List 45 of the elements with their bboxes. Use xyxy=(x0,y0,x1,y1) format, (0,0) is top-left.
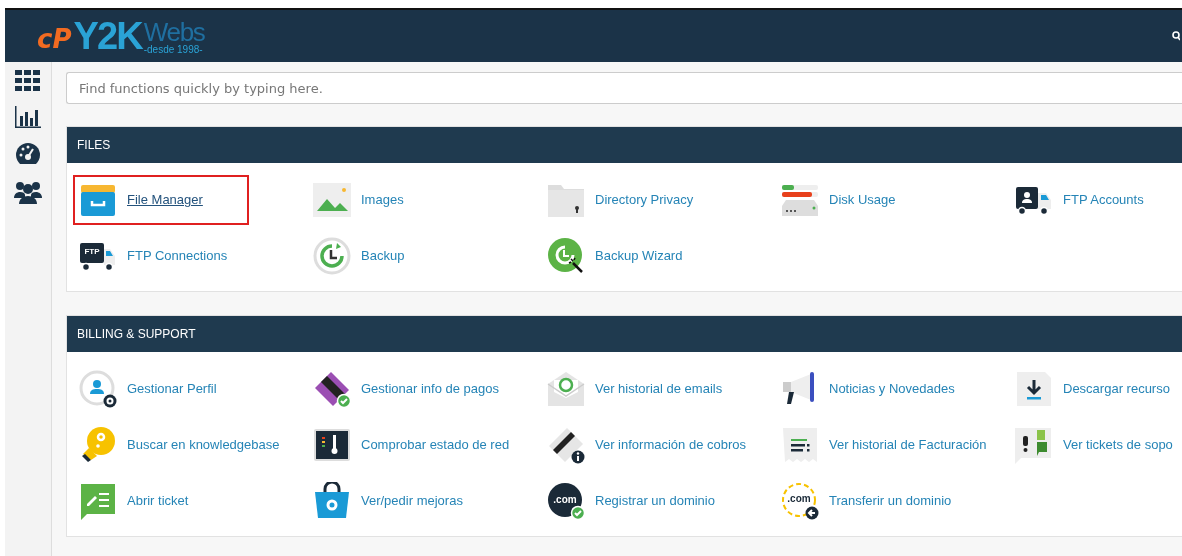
feature-link[interactable]: Images xyxy=(313,181,547,219)
clock-circle-icon xyxy=(313,237,351,275)
feature-link[interactable]: Gestionar Perfil xyxy=(79,370,313,408)
profile-gear-icon xyxy=(79,370,117,408)
ticket-note-icon xyxy=(79,482,117,520)
users-icon[interactable] xyxy=(14,180,42,204)
feature-link[interactable]: Descargar recurso xyxy=(1015,370,1177,408)
feature-link[interactable]: .com Registrar un dominio xyxy=(547,482,781,520)
feature-link[interactable]: .com Transferir un dominio xyxy=(781,482,1015,520)
domain-transfer-icon: .com xyxy=(781,482,819,520)
grid-icon[interactable] xyxy=(15,70,41,92)
feature-link[interactable]: Comprobar estado de red xyxy=(313,426,547,464)
domain-check-icon: .com xyxy=(547,482,585,520)
receipt-icon xyxy=(781,426,819,464)
shopping-bag-icon xyxy=(313,482,351,520)
card-info-icon xyxy=(547,426,585,464)
feature-link[interactable]: Abrir ticket xyxy=(79,482,313,520)
feature-link[interactable]: Disk Usage xyxy=(781,181,1015,219)
feature-link[interactable]: Gestionar info de pagos xyxy=(313,370,547,408)
search-field[interactable]: Find functions quickly by typing here. xyxy=(66,72,1182,104)
envelope-clock-icon xyxy=(547,370,585,408)
feature-link[interactable]: FTP FTP Connections xyxy=(79,237,313,275)
search-icon[interactable] xyxy=(1172,31,1180,41)
thermometer-screen-icon xyxy=(313,426,351,464)
section-header: FILES xyxy=(67,127,1182,163)
help-flags-icon xyxy=(1015,426,1053,464)
feature-link[interactable]: FTP Accounts xyxy=(1015,181,1177,219)
section-header: BILLING & SUPPORT xyxy=(67,316,1182,352)
feature-link[interactable]: Ver/pedir mejoras xyxy=(313,482,547,520)
feature-link[interactable]: Ver historial de Facturación xyxy=(781,426,1015,464)
feature-link[interactable]: Backup Wizard xyxy=(547,237,781,275)
feature-link[interactable]: Directory Privacy xyxy=(547,181,781,219)
feature-link[interactable]: Ver historial de emails xyxy=(547,370,781,408)
feature-link[interactable]: Ver información de cobros xyxy=(547,426,781,464)
feature-link[interactable]: Noticias y Novedades xyxy=(781,370,1015,408)
feature-link[interactable]: Buscar en knowledgebase xyxy=(79,426,313,464)
gauge-icon[interactable] xyxy=(15,142,41,166)
bar-chart-icon[interactable] xyxy=(15,106,41,128)
credit-card-check-icon xyxy=(313,370,351,408)
landscape-icon xyxy=(313,181,351,219)
feature-link[interactable]: Backup xyxy=(313,237,547,275)
feature-link[interactable]: File Manager xyxy=(79,181,243,219)
download-file-icon xyxy=(1015,370,1053,408)
feature-link[interactable]: Ver tickets de sopo xyxy=(1015,426,1177,464)
clock-wand-icon xyxy=(547,237,585,275)
